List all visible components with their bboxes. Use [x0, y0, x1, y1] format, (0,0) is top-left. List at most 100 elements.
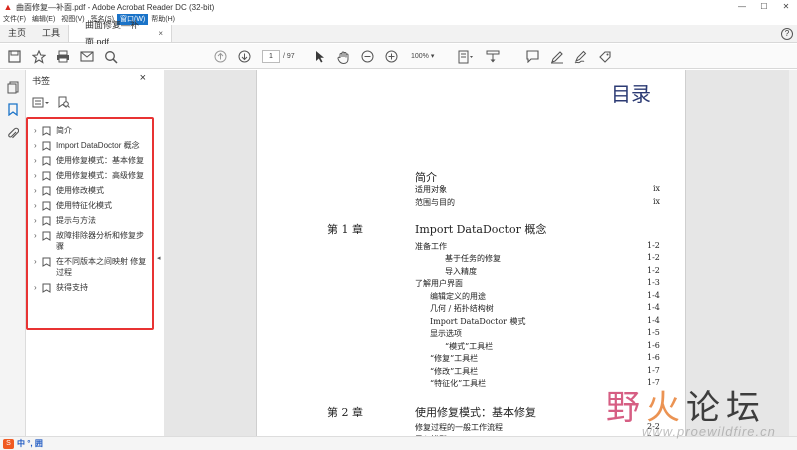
bookmark-label: 故障排除器分析和修复步骤 [56, 231, 144, 251]
sign-icon[interactable] [574, 49, 588, 64]
zoom-out-icon[interactable] [361, 49, 374, 64]
section-title: 简介 [415, 171, 437, 184]
toc-entry-page: 1-4 [647, 303, 660, 312]
page-up-icon[interactable] [214, 49, 227, 64]
bookmark-item[interactable]: › 获得支持 [28, 280, 152, 295]
bookmark-icon [42, 201, 51, 211]
fit-page-icon[interactable] [458, 49, 474, 64]
toc-title: 目录 [611, 82, 651, 106]
save-icon[interactable] [8, 49, 21, 64]
chapter-title: 使用修复模式：基本修复 [415, 406, 536, 419]
bookmark-item[interactable]: › 使用修改模式 [28, 183, 152, 198]
left-navigation-rail [0, 70, 26, 436]
scroll-mode-icon[interactable] [486, 49, 500, 64]
select-arrow-icon[interactable] [315, 49, 325, 64]
chevron-right-icon[interactable]: › [34, 140, 42, 151]
bookmark-label: 在不同版本之间映射 修复过程 [56, 257, 147, 277]
minimize-icon[interactable]: — [731, 0, 753, 14]
toc-entry-page: 1-6 [647, 353, 660, 362]
chevron-right-icon[interactable]: › [34, 256, 42, 267]
bookmarks-header: 书签 [32, 76, 51, 86]
bookmark-item[interactable]: › 提示与方法 [28, 213, 152, 228]
ime-status-text[interactable]: 中 °, 囲 [17, 438, 43, 449]
page-down-icon[interactable] [238, 49, 251, 64]
window-titlebar: ▲ 曲面修复—补面.pdf - Adobe Acrobat Reader DC … [0, 0, 797, 14]
bookmark-label: 简介 [56, 126, 72, 135]
toc-entry-label: 基于任务的修复 [445, 254, 501, 263]
find-bookmark-icon[interactable] [58, 96, 70, 111]
chevron-right-icon[interactable]: › [34, 230, 42, 241]
toc-entry-label: 导入精度 [445, 267, 477, 276]
toc-entry-label: 了解用户界面 [415, 279, 463, 288]
toc-entry-page: 1-2 [647, 266, 660, 275]
bookmark-icon [42, 283, 51, 293]
help-icon[interactable]: ? [781, 28, 793, 40]
maximize-icon[interactable]: ☐ [753, 0, 775, 14]
chevron-right-icon[interactable]: › [34, 125, 42, 136]
email-icon[interactable] [80, 49, 94, 64]
close-window-icon[interactable]: ✕ [775, 0, 797, 14]
forum-watermark: 野火论坛 www.proewildfire.cn [606, 380, 796, 440]
ime-logo-icon[interactable]: S [3, 438, 14, 449]
bookmark-item[interactable]: › 在不同版本之间映射 修复过程 [28, 254, 152, 280]
tab-home[interactable]: 主页 [0, 25, 34, 42]
toc-entry-page: 1-2 [647, 253, 660, 262]
toc-entry-label: “模式”工具栏 [445, 342, 494, 351]
bookmark-icon [42, 126, 51, 136]
bookmark-label: 使用修复模式：基本修复 [56, 156, 144, 165]
toc-entry-label: “修改”工具栏 [430, 367, 479, 376]
share-icon[interactable] [598, 49, 612, 64]
chevron-right-icon[interactable]: › [34, 282, 42, 293]
chevron-right-icon[interactable]: › [34, 155, 42, 166]
tab-document[interactable]: 曲面修复—补面.pdf × [68, 20, 173, 47]
tab-tools[interactable]: 工具 [34, 25, 68, 42]
toc-entry-label: 准备工作 [415, 242, 447, 251]
chapter-title: Import DataDoctor 概念 [415, 223, 547, 236]
chevron-right-icon[interactable]: › [34, 170, 42, 181]
chevron-down-icon: ▾ [430, 53, 435, 60]
attachment-icon[interactable] [6, 126, 20, 140]
search-icon[interactable] [104, 49, 118, 64]
chevron-right-icon[interactable]: › [34, 185, 42, 196]
bookmark-icon [42, 257, 51, 267]
print-icon[interactable] [56, 49, 70, 64]
bookmark-icon[interactable] [6, 102, 20, 116]
menu-view[interactable]: 视图(V) [58, 14, 87, 25]
bookmark-label: 使用特征化模式 [56, 201, 112, 210]
toc-entry-page: 1-6 [647, 341, 660, 350]
star-icon[interactable] [32, 49, 46, 64]
bookmark-item[interactable]: › 简介 [28, 123, 152, 138]
toc-entry-page: 1-2 [647, 241, 660, 250]
bookmark-item[interactable]: › 使用修复模式：基本修复 [28, 153, 152, 168]
zoom-in-icon[interactable] [385, 49, 398, 64]
chevron-right-icon[interactable]: › [34, 215, 42, 226]
chevron-right-icon[interactable]: › [34, 200, 42, 211]
menu-edit[interactable]: 编辑(E) [29, 14, 58, 25]
toc-entry-page: 1-3 [647, 278, 660, 287]
bookmarks-toolbar [32, 96, 70, 111]
bookmark-item[interactable]: › 使用特征化模式 [28, 198, 152, 213]
close-tab-icon[interactable]: × [158, 25, 163, 42]
bookmark-icon [42, 141, 51, 151]
comment-icon[interactable] [526, 49, 539, 64]
main-toolbar: 1 / 97 100% ▾ [0, 44, 797, 69]
bookmark-icon [42, 156, 51, 166]
bookmark-list: › 简介 › Import DataDoctor 概念 › 使用修复模式：基本修复 ›… [26, 117, 154, 330]
collapse-panel-icon[interactable]: ◂ [157, 252, 163, 266]
menu-file[interactable]: 文件(F) [0, 14, 29, 25]
bookmark-label: 使用修复模式：高级修复 [56, 171, 144, 180]
pages-thumbnail-icon[interactable] [6, 80, 20, 94]
close-panel-icon[interactable]: × [140, 72, 146, 84]
hand-icon[interactable] [337, 49, 350, 64]
zoom-select[interactable]: 100% ▾ [411, 50, 449, 63]
window-controls: — ☐ ✕ [731, 0, 797, 14]
bookmark-item[interactable]: › Import DataDoctor 概念 [28, 138, 152, 153]
bookmark-item[interactable]: › 故障排除器分析和修复步骤 [28, 228, 152, 254]
highlight-pen-icon[interactable] [550, 49, 564, 64]
bookmark-item[interactable]: › 使用修复模式：高级修复 [28, 168, 152, 183]
watermark-url: www.proewildfire.cn [642, 424, 776, 439]
toc-entry-label: 编辑定义的用途 [430, 292, 486, 301]
bookmark-options-icon[interactable] [32, 97, 50, 110]
toc-entry-page: ix [653, 197, 661, 206]
page-number-input[interactable]: 1 [262, 50, 280, 63]
